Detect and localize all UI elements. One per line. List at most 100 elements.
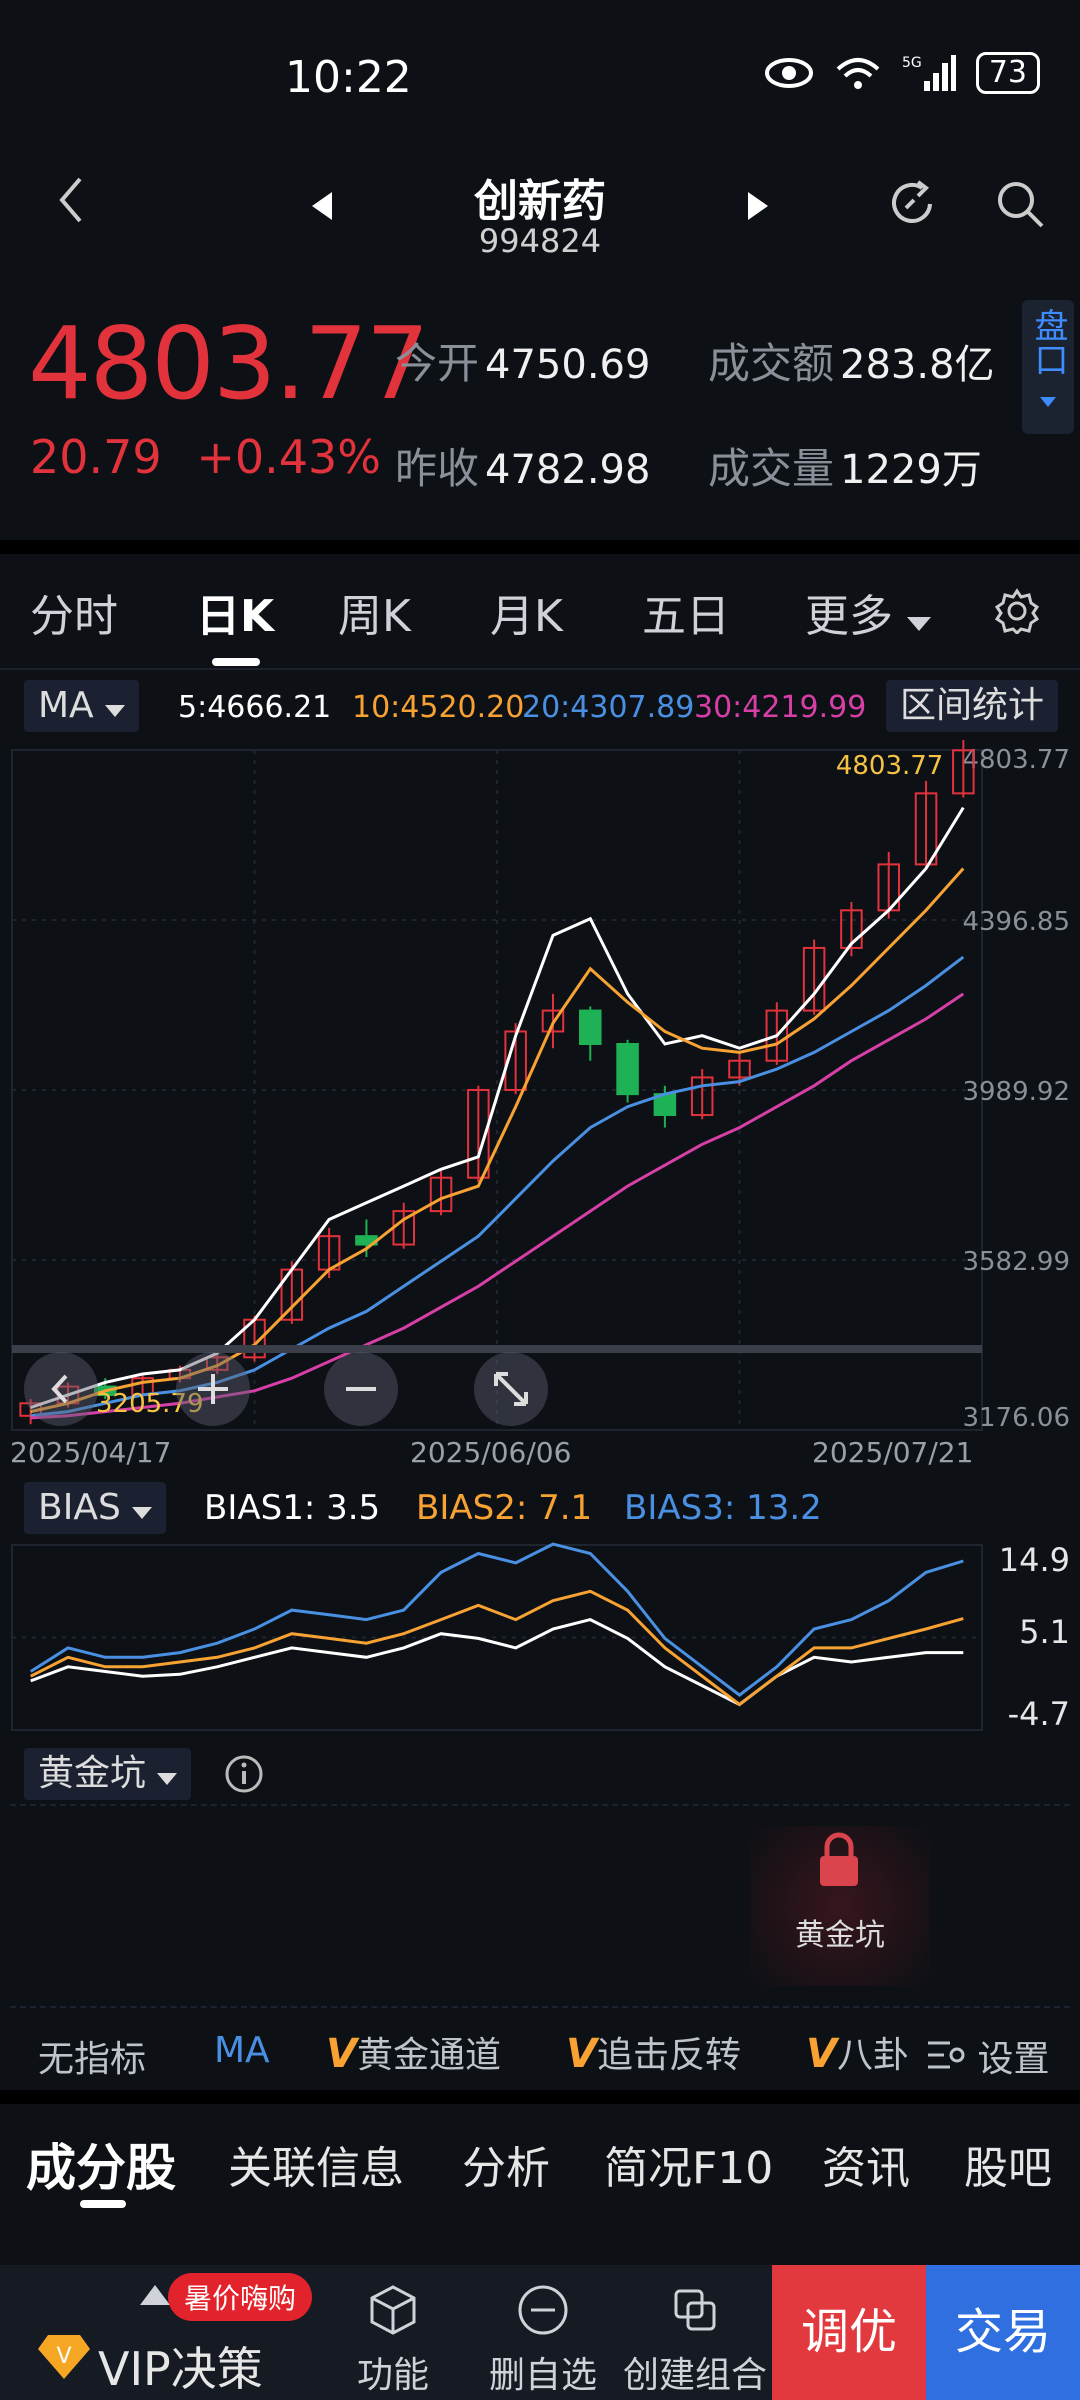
tab-more[interactable]: 更多 (805, 580, 931, 644)
change-value: 20.79 (30, 430, 162, 484)
prev-close: 昨收 4782.98 (395, 444, 651, 493)
indicator-bagua[interactable]: V八卦 (806, 2026, 909, 2078)
bias-chart[interactable]: 14.9 5.1 -4.7 (0, 1535, 1080, 1740)
price-axis-label: 4396.85 (962, 907, 1070, 937)
bias2-value: BIAS2: 7.1 (416, 1488, 593, 1528)
price-axis-label: 3989.92 (962, 1077, 1070, 1107)
list-settings-icon (928, 2041, 965, 2069)
ma-selector[interactable]: MA (24, 680, 140, 732)
vip-v-icon: V (806, 2031, 837, 2077)
order-book-button[interactable]: 盘口 (1022, 300, 1074, 434)
trade-button[interactable]: 交易 (926, 2265, 1080, 2400)
zoom-out-button[interactable] (324, 1352, 398, 1426)
minus-icon (346, 1387, 376, 1391)
tab-f10[interactable]: 简况F10 (604, 2132, 773, 2196)
price-change: 20.79 +0.43% (30, 430, 381, 484)
promo-badge: 暑价嗨购 (168, 2273, 313, 2321)
bias-axis-label: 5.1 (1019, 1613, 1070, 1651)
date-label: 2025/07/21 (812, 1436, 974, 1469)
divider (0, 668, 1080, 670)
ma20-value: 20:4307.89 (522, 690, 695, 725)
chevron-up-icon (140, 2285, 170, 2305)
lock-label: 黄金坑 (795, 1918, 885, 1953)
chevron-down-icon (907, 617, 931, 631)
bias1-value: BIAS1: 3.5 (204, 1488, 381, 1528)
status-bar: 10:22 5G 73 (0, 0, 1080, 150)
svg-text:5G: 5G (902, 55, 922, 71)
bias3-value: BIAS3: 13.2 (624, 1488, 822, 1528)
bias-axis-label: 14.9 (999, 1541, 1070, 1579)
tab-forum[interactable]: 股吧 (964, 2132, 1052, 2196)
next-stock-icon[interactable] (746, 190, 770, 226)
date-label: 2025/04/17 (10, 1436, 172, 1469)
settings-gear-icon[interactable] (994, 588, 1040, 638)
turnover-amount: 成交额 283.8亿 (708, 339, 995, 388)
indicator-settings[interactable]: 设置 (926, 2030, 1049, 2082)
divider (0, 540, 1080, 554)
indicator-ma[interactable]: MA (214, 2030, 270, 2071)
layers-icon (674, 2289, 716, 2331)
chart-frame (11, 1544, 983, 1731)
indicator-gold-channel[interactable]: V黄金通道 (326, 2026, 501, 2078)
current-price: 4803.77 (28, 305, 430, 422)
date-label: 2025/06/06 (410, 1436, 572, 1469)
zoom-in-button[interactable] (176, 1352, 250, 1426)
tab-constituents[interactable]: 成分股 (26, 2128, 176, 2200)
chevron-down-icon (157, 1773, 178, 1785)
open-price: 今开 4750.69 (395, 339, 651, 388)
tab-daily-k[interactable]: 日K (196, 580, 274, 644)
chevron-down-icon (105, 705, 126, 717)
gold-pit-selector[interactable]: 黄金坑 (24, 1748, 192, 1800)
indicator-chase-reversal[interactable]: V追击反转 (566, 2026, 741, 2078)
create-portfolio-button[interactable]: 创建组合 (618, 2265, 772, 2400)
turnover-volume: 成交量 1229万 (708, 444, 982, 493)
tab-monthly-k[interactable]: 月K (490, 580, 563, 644)
tab-indicator (212, 658, 260, 666)
lock-icon (820, 1832, 858, 1886)
status-icons: 5G 73 (764, 52, 1040, 94)
ma-line-ma5 (30, 806, 965, 1409)
tune-button[interactable]: 调优 (772, 2265, 926, 2400)
price-axis-label: 3582.99 (962, 1247, 1070, 1277)
bias-selector[interactable]: BIAS (24, 1482, 167, 1534)
remove-watchlist-button[interactable]: 删自选 (468, 2265, 618, 2400)
locked-area[interactable]: 黄金坑 (750, 1826, 930, 1986)
refresh-icon[interactable] (884, 176, 940, 236)
signal-icon: 5G (902, 55, 956, 91)
ma5-value: 5:4666.21 (178, 690, 332, 725)
status-time: 10:22 (285, 52, 412, 103)
vip-decision-button[interactable]: 暑价嗨购 V VIP决策 (0, 2265, 320, 2400)
latest-price-label: 4803.77 (836, 751, 944, 781)
search-icon[interactable] (994, 178, 1046, 234)
tab-intraday[interactable]: 分时 (30, 580, 118, 644)
tab-news[interactable]: 资讯 (822, 2132, 910, 2196)
price-axis-label: 4803.77 (962, 745, 1070, 775)
cube-icon (370, 2285, 416, 2335)
range-stats-button[interactable]: 区间统计 (886, 680, 1059, 732)
zoom-back-button[interactable] (24, 1352, 98, 1426)
vip-v-icon: V (326, 2031, 357, 2077)
gold-pit-panel: 黄金坑 (10, 1804, 1070, 2008)
tab-weekly-k[interactable]: 周K (338, 580, 411, 644)
eye-icon (764, 58, 813, 88)
candle-body (616, 1043, 639, 1096)
vip-diamond-icon: V (38, 2335, 90, 2379)
tab-five-day[interactable]: 五日 (642, 580, 730, 644)
tab-analysis[interactable]: 分析 (462, 2132, 550, 2196)
price-axis-label: 3176.06 (962, 1403, 1070, 1433)
tab-related-info[interactable]: 关联信息 (228, 2132, 404, 2196)
chevron-left-icon (51, 1374, 68, 1404)
change-percent: +0.43% (196, 430, 382, 484)
ma30-value: 30:4219.99 (694, 690, 867, 725)
function-button[interactable]: 功能 (318, 2265, 468, 2400)
fullscreen-button[interactable] (474, 1352, 548, 1426)
indicator-none[interactable]: 无指标 (38, 2030, 146, 2082)
plus-icon (198, 1374, 228, 1404)
minus-circle-icon (518, 2285, 568, 2335)
battery-level: 73 (975, 52, 1040, 94)
bias-line-bias2 (30, 1589, 964, 1707)
wifi-icon (836, 58, 880, 89)
info-icon[interactable] (224, 1754, 264, 1798)
bias-axis-label: -4.7 (1008, 1695, 1070, 1733)
chevron-down-icon (132, 1507, 153, 1519)
